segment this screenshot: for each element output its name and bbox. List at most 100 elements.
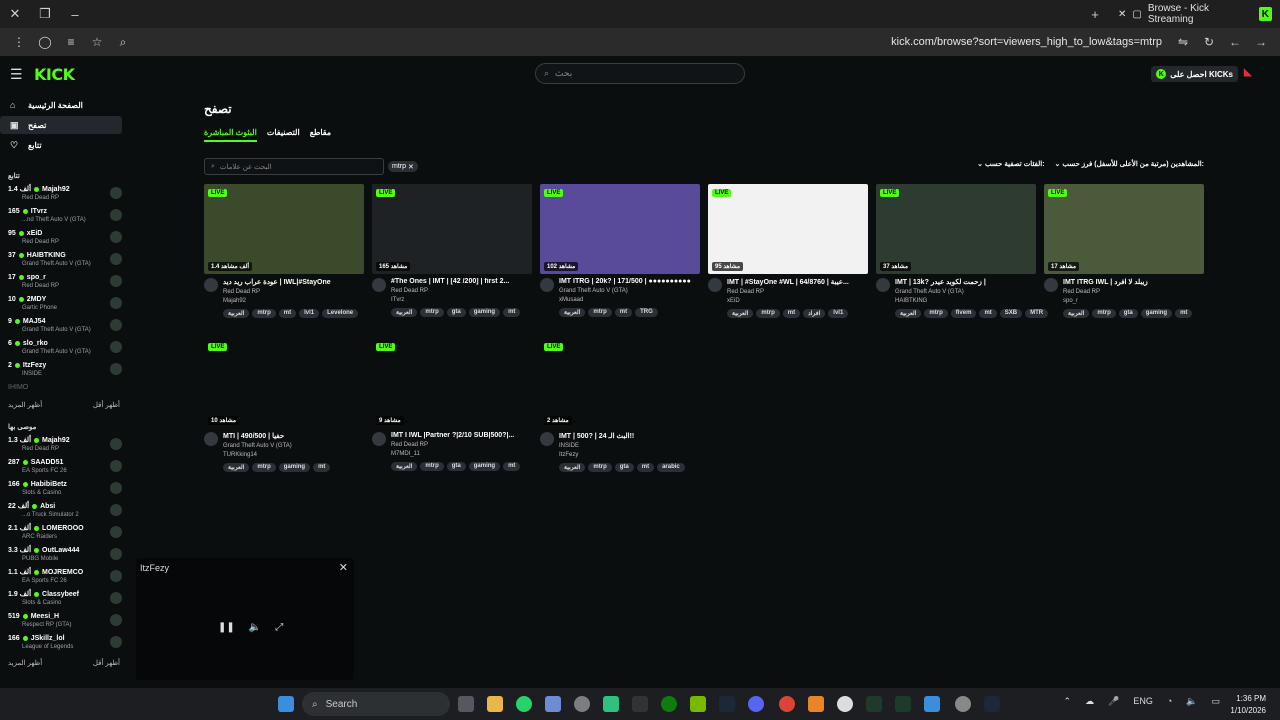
stream-title[interactable]: عودة عراب ريد ديد | IWL|#StayOne bbox=[223, 278, 358, 286]
stream-tag[interactable]: العربية bbox=[223, 309, 250, 318]
stream-tag[interactable]: العربية bbox=[559, 308, 586, 317]
stream-tag[interactable]: mtrp bbox=[588, 308, 612, 317]
app-icon[interactable] bbox=[895, 696, 911, 712]
stream-category[interactable]: Red Dead RP bbox=[391, 442, 526, 448]
avatar[interactable] bbox=[540, 432, 554, 446]
show-less-link[interactable]: أظهر أقل bbox=[93, 401, 120, 409]
sidebar-channel[interactable]: 2 ItzFezy INSIDE bbox=[0, 358, 128, 380]
zoom-icon[interactable]: ⌕ bbox=[110, 30, 136, 54]
stream-title[interactable]: IMT ITRG | 20k? | 171/500 | ●●●●●●●●●● bbox=[559, 278, 694, 285]
sidebar-channel[interactable]: 37 HAIBTKING Grand Theft Auto V (GTA) bbox=[0, 248, 128, 270]
windows-start-icon[interactable] bbox=[278, 696, 294, 712]
back-icon[interactable]: ← bbox=[1222, 30, 1248, 54]
stream-thumbnail[interactable]: LIVE 9 مشاهد bbox=[372, 338, 532, 428]
stream-tag[interactable]: افراد bbox=[803, 309, 826, 318]
bookmark-star-icon[interactable]: ☆ bbox=[84, 30, 110, 54]
browser-tab[interactable]: ✕ ▢ Browse - Kick Streaming K bbox=[1110, 0, 1280, 28]
stream-tag[interactable]: mt bbox=[636, 463, 655, 472]
sidebar-channel[interactable]: 1.1 ألف MOJREMCO EA Sports FC 26 bbox=[0, 565, 128, 587]
close-tab-icon[interactable]: ✕ bbox=[1118, 9, 1126, 20]
sidebar-channel[interactable]: 1.4 ألف Majah92 Red Dead RP bbox=[0, 182, 128, 204]
stream-tag[interactable]: mtrp bbox=[1092, 309, 1116, 318]
tab-categories[interactable]: التصنيفات bbox=[267, 128, 300, 142]
stream-card[interactable]: LIVE 1.4 ألف مشاهد عودة عراب ريد ديد | I… bbox=[204, 184, 364, 334]
sidebar-channel[interactable]: 22 ألف Absi ...o Truck Simulator 2 bbox=[0, 499, 128, 521]
offline-channel[interactable]: IHIMO bbox=[0, 380, 128, 395]
stream-category[interactable]: Grand Theft Auto V (GTA) bbox=[559, 288, 694, 294]
avatar[interactable] bbox=[372, 432, 386, 446]
stream-title[interactable]: IMT | 13k? زحمت لكوبد عيدر | bbox=[895, 278, 1030, 286]
sidebar-item-browse[interactable]: ▣ تصفح bbox=[0, 116, 122, 134]
stream-title[interactable]: IMT | #StayOne #WL | 64/8760 | عيبة... bbox=[727, 278, 862, 286]
stream-category[interactable]: INSIDE bbox=[559, 443, 694, 449]
stream-tag[interactable]: العربية bbox=[223, 463, 250, 472]
search-input[interactable]: ⌕ بحث bbox=[535, 63, 745, 84]
pause-icon[interactable]: ❚❚ bbox=[218, 622, 235, 633]
task-view-icon[interactable] bbox=[458, 696, 474, 712]
chatgpt-icon[interactable] bbox=[574, 696, 590, 712]
stream-tag[interactable]: mtrp bbox=[252, 309, 276, 318]
avatar[interactable] bbox=[540, 278, 554, 292]
language-indicator[interactable]: ENG bbox=[1133, 696, 1153, 707]
stream-tag[interactable]: mtrp bbox=[252, 463, 276, 472]
stream-title[interactable]: IMT I IWL |Partner ?|2/10 SUB|500?|... bbox=[391, 432, 526, 439]
stream-tag[interactable]: العربية bbox=[559, 463, 586, 472]
app-icon[interactable] bbox=[924, 696, 940, 712]
whatsapp-icon[interactable] bbox=[516, 696, 532, 712]
stream-title[interactable]: IMT ITRG IWL | زيبلد لا افرد bbox=[1063, 278, 1198, 286]
hamburger-menu-icon[interactable]: ☰ bbox=[10, 66, 26, 83]
stream-tag[interactable]: arabic bbox=[657, 463, 685, 472]
stream-tag[interactable]: gta bbox=[446, 308, 466, 317]
stream-card[interactable]: LIVE 102 مشاهد IMT ITRG | 20k? | 171/500… bbox=[540, 184, 700, 334]
stream-category[interactable]: Red Dead RP bbox=[727, 289, 862, 295]
stream-tag[interactable]: mt bbox=[503, 308, 521, 317]
steam-icon[interactable] bbox=[719, 696, 735, 712]
profile-icon[interactable]: ◯ bbox=[32, 30, 58, 54]
active-tag-chip[interactable]: mtrp ✕ bbox=[388, 161, 418, 172]
stream-thumbnail[interactable]: LIVE 165 مشاهد bbox=[372, 184, 532, 274]
sidebar-channel[interactable]: 9 MAJ54 Grand Theft Auto V (GTA) bbox=[0, 314, 128, 336]
avatar[interactable] bbox=[372, 278, 386, 292]
steam-icon[interactable] bbox=[984, 696, 1000, 712]
stream-thumbnail[interactable]: LIVE 17 مشاهد bbox=[1044, 184, 1204, 274]
sidebar-channel[interactable]: 1.3 ألف Majah92 Red Dead RP bbox=[0, 433, 128, 455]
stream-tag[interactable]: العربية bbox=[1063, 309, 1090, 318]
stream-category[interactable]: Red Dead RP bbox=[391, 288, 526, 294]
stream-thumbnail[interactable]: LIVE 37 مشاهد bbox=[876, 184, 1036, 274]
stream-card[interactable]: LIVE 165 مشاهد #The Ones | IMT | [42 /20… bbox=[372, 184, 532, 334]
stream-category[interactable]: Red Dead RP bbox=[1063, 289, 1198, 295]
stream-tag[interactable]: TRG bbox=[635, 308, 658, 317]
stream-tag[interactable]: gta bbox=[1118, 309, 1138, 318]
site-settings-icon[interactable]: ⇋ bbox=[1170, 30, 1196, 54]
chrome-icon[interactable] bbox=[779, 696, 795, 712]
sidebar-item-home[interactable]: ⌂ الصفحة الرئيسية bbox=[0, 96, 122, 114]
sidebar-channel[interactable]: 1.9 ألف Classybeef Slots & Casino bbox=[0, 587, 128, 609]
kick-logo[interactable]: KICK bbox=[34, 65, 75, 84]
new-tab-icon[interactable]: + bbox=[1080, 0, 1110, 28]
stream-tag[interactable]: mt bbox=[278, 309, 297, 318]
stream-tag[interactable]: gta bbox=[614, 463, 634, 472]
stream-tag[interactable]: mtrp bbox=[420, 462, 444, 471]
stream-channel[interactable]: HAIBTKING bbox=[895, 298, 1030, 304]
stream-tag[interactable]: العربية bbox=[895, 309, 922, 318]
stream-tag[interactable]: gta bbox=[446, 462, 466, 471]
stream-tag[interactable]: mtrp bbox=[588, 463, 612, 472]
get-kicks-button[interactable]: K احصل على KICKs bbox=[1151, 66, 1238, 82]
stream-tag[interactable]: gaming bbox=[468, 462, 501, 471]
sidebar-channel[interactable]: 3.3 ألف OutLaw444 PUBG Mobile bbox=[0, 543, 128, 565]
stream-tag[interactable]: mt bbox=[313, 463, 331, 472]
sidebar-channel[interactable]: 166 HabibiBetz Slots & Casino bbox=[0, 477, 128, 499]
app-icon[interactable] bbox=[837, 696, 853, 712]
stream-card[interactable]: LIVE 2 مشاهد IMT | 500? | 24 البث الـ!! … bbox=[540, 338, 700, 488]
stream-tag[interactable]: fivem bbox=[950, 309, 977, 318]
stream-card[interactable]: LIVE 10 مشاهد MTI | 490/500 | حفيا Grand… bbox=[204, 338, 364, 488]
close-icon[interactable]: ✕ bbox=[339, 561, 348, 574]
stream-card[interactable]: LIVE 95 مشاهد IMT | #StayOne #WL | 64/87… bbox=[708, 184, 868, 334]
stream-thumbnail[interactable]: LIVE 2 مشاهد bbox=[540, 338, 700, 428]
sidebar-channel[interactable]: 519 Meesi_H Respect RP (GTA) bbox=[0, 609, 128, 631]
stream-tag[interactable]: lvl1 bbox=[828, 309, 849, 318]
stream-tag[interactable]: العربية bbox=[391, 308, 418, 317]
stream-channel[interactable]: ITvrz bbox=[391, 297, 526, 303]
tag-search-input[interactable]: ⌕ البحث عن علامات bbox=[204, 158, 384, 175]
mini-player[interactable]: ItzFezy ✕ ❚❚ 🔈 ⤢ bbox=[136, 558, 354, 680]
